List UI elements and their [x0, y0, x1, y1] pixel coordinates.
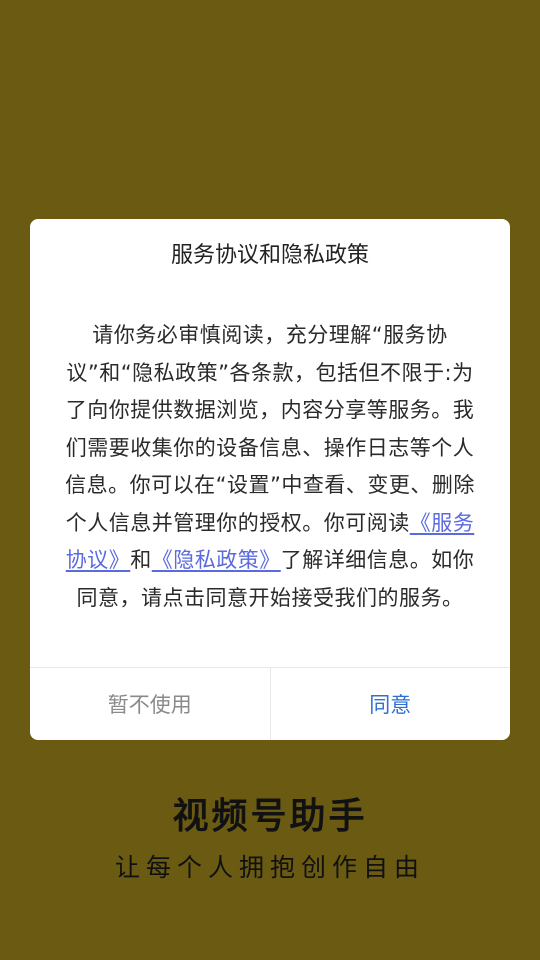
dialog-body: 请你务必审慎阅读，充分理解“服务协议”和“隐私政策”各条款，包括但不限于:为了向… — [56, 317, 484, 617]
agree-button[interactable]: 同意 — [271, 668, 511, 740]
app-slogan: 让每个人拥抱创作自由 — [114, 853, 425, 882]
dialog-footer: 暂不使用 同意 — [30, 667, 510, 740]
decline-button[interactable]: 暂不使用 — [30, 668, 271, 740]
privacy-dialog: 服务协议和隐私政策 请你务必审慎阅读，充分理解“服务协议”和“隐私政策”各条款，… — [30, 219, 510, 740]
dialog-title: 服务协议和隐私政策 — [170, 243, 369, 268]
body-connector: 和 — [130, 548, 152, 572]
privacy-policy-link[interactable]: 《隐私政策》 — [152, 548, 281, 572]
app-title: 视频号助手 — [172, 796, 368, 837]
body-text-part1: 请你务必审慎阅读，充分理解“服务协议”和“隐私政策”各条款，包括但不限于:为了向… — [65, 323, 475, 535]
